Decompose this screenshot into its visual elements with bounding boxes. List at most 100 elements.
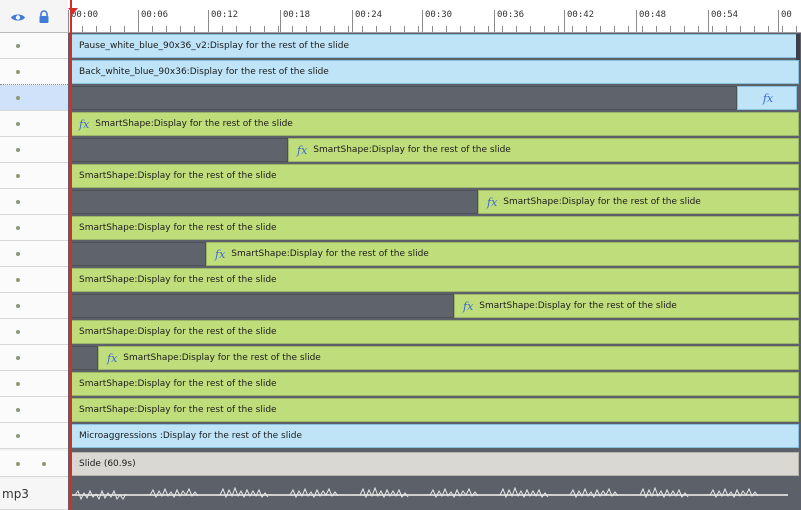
timeline-track[interactable]: fx SmartShape:Display for the rest of the… [68, 293, 801, 319]
timeline-track[interactable]: fx SmartShape:Display for the rest of the… [68, 345, 801, 371]
timeline-layer-panel: mp3 [0, 0, 69, 510]
gap-segment [70, 294, 454, 318]
layer-row[interactable] [0, 137, 68, 163]
visibility-dot-icon[interactable] [16, 174, 20, 178]
track-item-label: SmartShape:Display for the rest of the s… [123, 353, 321, 363]
track-item-bar[interactable]: SmartShape:Display for the rest of the s… [70, 216, 799, 240]
lock-dot-icon[interactable] [42, 462, 46, 466]
fx-icon: fx [79, 117, 90, 131]
visibility-dot-icon[interactable] [16, 408, 20, 412]
timeline-track[interactable]: fx SmartShape:Display for the rest of the… [68, 137, 801, 163]
ruler-major-tick [636, 10, 637, 32]
timeline-track[interactable]: Slide (60.9s) [68, 451, 801, 477]
gap-segment [70, 86, 737, 110]
track-item-bar[interactable]: SmartShape:Display for the rest of the s… [70, 164, 799, 188]
track-item-bar[interactable]: fx SmartShape:Display for the rest of the… [288, 138, 799, 162]
ruler-minor-tick [348, 26, 349, 32]
track-item-bar[interactable]: fx SmartShape:Display for the rest of the… [454, 294, 799, 318]
track-item-bar[interactable]: SmartShape:Display for the rest of the s… [70, 372, 799, 396]
eye-icon[interactable] [10, 12, 26, 23]
visibility-dot-icon[interactable] [16, 382, 20, 386]
layer-row[interactable] [0, 423, 68, 449]
layer-row[interactable] [0, 397, 68, 423]
ruler-minor-tick [390, 26, 391, 32]
visibility-dot-icon[interactable] [16, 356, 20, 360]
timeline-track[interactable]: fx SmartShape:Display for the rest of the… [68, 111, 801, 137]
track-item-bar[interactable]: fx SmartShape:Display for the rest of the… [70, 112, 799, 136]
effect-segment[interactable]: fx [737, 86, 797, 110]
visibility-dot-icon[interactable] [16, 304, 20, 308]
visibility-dot-icon[interactable] [16, 278, 20, 282]
timeline-track[interactable]: SmartShape:Display for the rest of the s… [68, 397, 801, 423]
track-item-bar[interactable]: fx SmartShape:Display for the rest of the… [206, 242, 799, 266]
ruler-minor-tick [250, 26, 251, 32]
track-item-bar[interactable]: fx SmartShape:Display for the rest of the… [478, 190, 799, 214]
playhead[interactable] [70, 0, 72, 510]
fx-icon: fx [463, 299, 474, 313]
layer-row[interactable] [0, 189, 68, 215]
timeline-track[interactable]: SmartShape:Display for the rest of the s… [68, 267, 801, 293]
ruler-minor-tick [530, 26, 531, 32]
layer-row[interactable] [0, 85, 68, 111]
gap-segment [70, 346, 98, 370]
layer-row[interactable] [0, 319, 68, 345]
ruler-minor-tick [460, 26, 461, 32]
ruler-minor-tick [586, 26, 587, 32]
layer-row[interactable] [0, 59, 68, 85]
track-item-bar[interactable]: SmartShape:Display for the rest of the s… [70, 268, 799, 292]
ruler-minor-tick [362, 26, 363, 32]
layer-row[interactable] [0, 215, 68, 241]
ruler-minor-tick [614, 26, 615, 32]
visibility-dot-icon[interactable] [16, 148, 20, 152]
track-item-bar[interactable]: SmartShape:Display for the rest of the s… [70, 398, 799, 422]
visibility-dot-icon[interactable] [16, 330, 20, 334]
layer-row[interactable] [0, 267, 68, 293]
ruler-minor-tick [208, 26, 209, 32]
timeline-ruler[interactable]: 00:00 00:06 00:12 00:18 00:24 00:30 00:36 00:42… [68, 0, 801, 33]
track-item-bar[interactable]: fx SmartShape:Display for the rest of the… [98, 346, 799, 370]
visibility-dot-icon[interactable] [16, 462, 20, 466]
visibility-dot-icon[interactable] [16, 122, 20, 126]
layer-row[interactable] [0, 163, 68, 189]
visibility-dot-icon[interactable] [16, 434, 20, 438]
track-item-bar[interactable]: Microaggressions :Display for the rest o… [70, 424, 799, 448]
timeline-track[interactable]: fx SmartShape:Display for the rest of the… [68, 189, 801, 215]
track-item-label: Slide (60.9s) [79, 459, 136, 469]
layer-row[interactable] [0, 451, 68, 477]
layer-row[interactable] [0, 293, 68, 319]
timeline-track[interactable]: Microaggressions :Display for the rest o… [68, 423, 801, 449]
timeline-track[interactable]: SmartShape:Display for the rest of the s… [68, 163, 801, 189]
visibility-dot-icon[interactable] [16, 226, 20, 230]
ruler-minor-tick [194, 26, 195, 32]
layer-row[interactable] [0, 33, 68, 59]
track-item-bar[interactable]: Back_white_blue_90x36:Display for the re… [70, 60, 799, 84]
layer-row[interactable] [0, 345, 68, 371]
timeline-track[interactable]: SmartShape:Display for the rest of the s… [68, 319, 801, 345]
timeline-track[interactable]: SmartShape:Display for the rest of the s… [68, 371, 801, 397]
ruler-minor-tick [334, 26, 335, 32]
playhead-handle[interactable] [68, 8, 78, 14]
lock-icon[interactable] [38, 10, 50, 24]
audio-waveform [70, 487, 788, 501]
timeline-track[interactable]: Back_white_blue_90x36:Display for the re… [68, 59, 801, 85]
track-item-bar[interactable]: Slide (60.9s) [70, 452, 799, 476]
layer-row[interactable] [0, 111, 68, 137]
timeline-track[interactable]: SmartShape:Display for the rest of the s… [68, 215, 801, 241]
visibility-dot-icon[interactable] [16, 200, 20, 204]
audio-track[interactable] [68, 479, 801, 510]
visibility-dot-icon[interactable] [16, 252, 20, 256]
ruler-minor-tick [698, 26, 699, 32]
track-item-bar[interactable]: SmartShape:Display for the rest of the s… [70, 320, 799, 344]
layer-row[interactable] [0, 241, 68, 267]
ruler-minor-tick [264, 26, 265, 32]
timeline-track[interactable]: fx SmartShape:Display for the rest of the… [68, 241, 801, 267]
visibility-dot-icon[interactable] [16, 96, 20, 100]
track-item-bar[interactable]: Pause_white_blue_90x36_v2:Display for th… [70, 34, 799, 58]
visibility-dot-icon[interactable] [16, 44, 20, 48]
layer-row[interactable] [0, 371, 68, 397]
audio-layer-row[interactable]: mp3 [0, 479, 68, 510]
ruler-time-label: 00:48 [639, 10, 667, 20]
visibility-dot-icon[interactable] [16, 70, 20, 74]
timeline-track[interactable]: Pause_white_blue_90x36_v2:Display for th… [68, 33, 801, 59]
timeline-track[interactable]: fx [68, 85, 801, 111]
